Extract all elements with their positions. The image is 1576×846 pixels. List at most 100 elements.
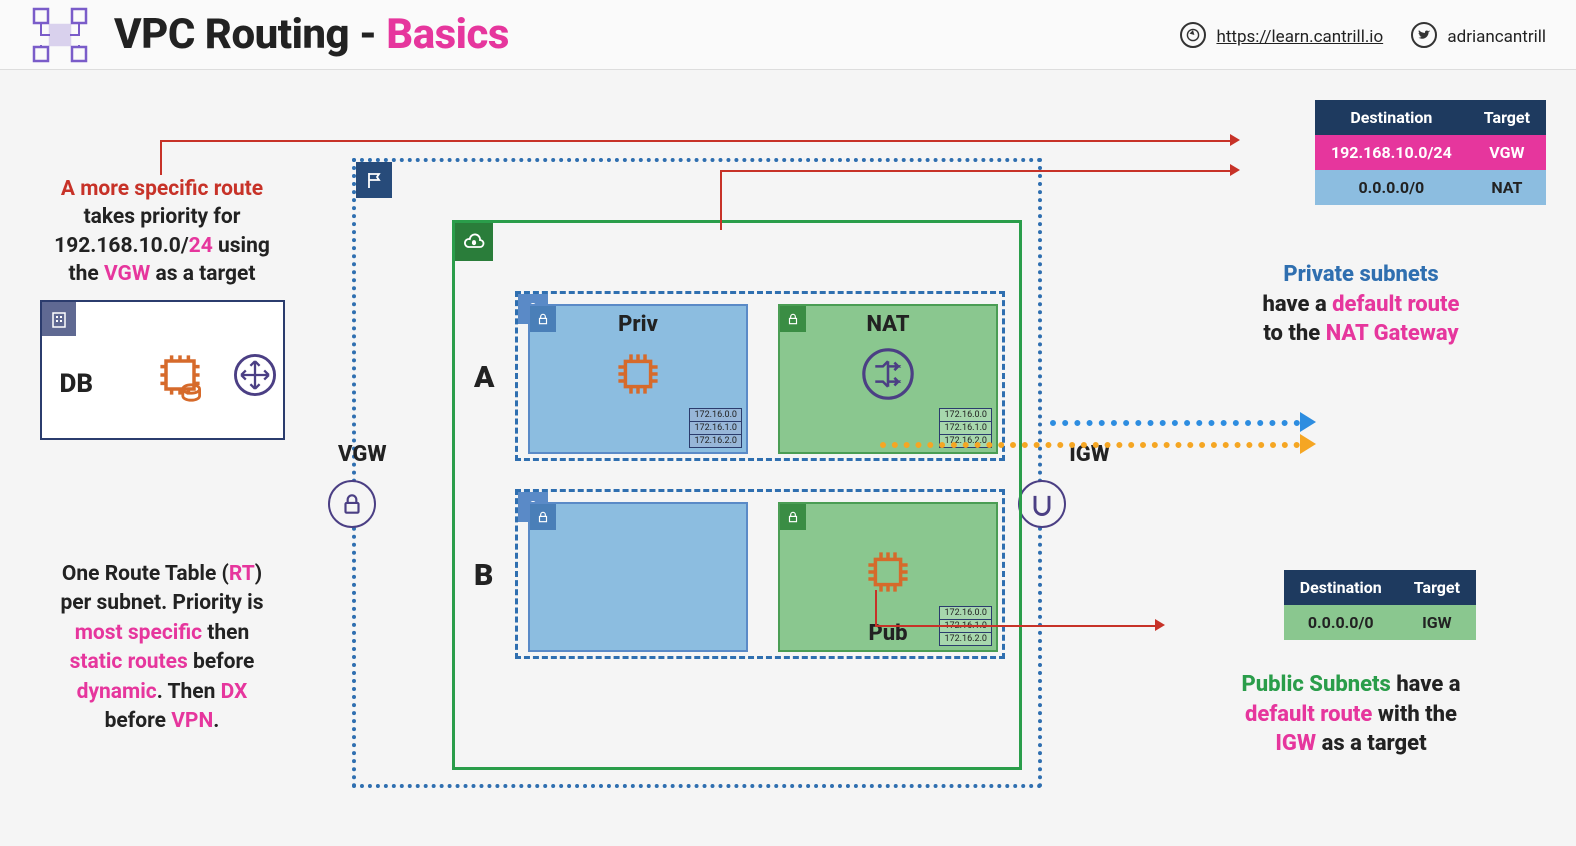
route-table-private: DestinationTarget 192.168.10.0/24VGW 0.0… bbox=[1315, 100, 1546, 205]
txt: 192.168.10.0/ bbox=[54, 234, 189, 258]
txt: Private subnets bbox=[1283, 262, 1438, 287]
site-link-text[interactable]: https://learn.cantrill.io bbox=[1216, 27, 1383, 47]
ec2-instance-icon bbox=[610, 346, 666, 406]
rt-row: 172.16.2.0 bbox=[940, 633, 991, 645]
txt: before bbox=[188, 650, 255, 674]
vgw-label: VGW bbox=[338, 442, 387, 467]
txt: RT bbox=[229, 562, 255, 586]
on-prem-box: DB bbox=[40, 300, 285, 440]
rt-row: 172.16.1.0 bbox=[690, 422, 741, 435]
rt-row: 172.16.2.0 bbox=[690, 435, 741, 447]
rt-row: 172.16.1.0 bbox=[940, 422, 991, 435]
txt: . bbox=[213, 709, 219, 733]
title-text-1: VPC Routing - bbox=[114, 10, 386, 59]
direct-connect-icon bbox=[232, 352, 278, 406]
compass-icon bbox=[1180, 22, 1206, 48]
nat-gateway-icon bbox=[860, 346, 916, 406]
td: IGW bbox=[1398, 605, 1476, 640]
arrow-head-blue bbox=[1300, 412, 1316, 432]
db-label: DB bbox=[60, 367, 94, 402]
txt: takes priority for bbox=[84, 205, 241, 229]
twitter-icon bbox=[1411, 22, 1437, 48]
twitter-link[interactable]: adriancantrill bbox=[1411, 22, 1546, 48]
td: NAT bbox=[1468, 170, 1546, 205]
db-chip-icon bbox=[152, 347, 208, 411]
course-logo-icon bbox=[30, 5, 90, 65]
txt: to the bbox=[1263, 321, 1325, 346]
subnet-nat-label: NAT bbox=[780, 312, 996, 337]
subnet-private-b bbox=[528, 502, 748, 652]
rt-row: 172.16.0.0 bbox=[940, 409, 991, 422]
annotation-specific-route: A more specific route takes priority for… bbox=[12, 175, 312, 460]
txt: the bbox=[69, 262, 104, 286]
availability-zone-b: B Pub 172.16.0.0 172.16.1.0 172.16.2.0 bbox=[515, 489, 1005, 659]
annotation-private-default: Private subnets have a default route to … bbox=[1176, 260, 1546, 349]
page-title: VPC Routing - Basics bbox=[114, 10, 509, 59]
txt: . Then bbox=[157, 680, 221, 704]
ec2-instance-icon bbox=[860, 544, 916, 604]
connector-line bbox=[720, 170, 1230, 172]
connector-line bbox=[720, 170, 722, 230]
th-destination: Destination bbox=[1284, 570, 1398, 605]
rt-row: 172.16.0.0 bbox=[940, 607, 991, 620]
subnet-lock-icon bbox=[780, 504, 806, 530]
txt: before bbox=[105, 709, 172, 733]
th-target: Target bbox=[1398, 570, 1476, 605]
availability-zone-a: A Priv 172.16.0.0 172.16.1.0 172.16.2.0 bbox=[515, 291, 1005, 461]
diagram-stage: A more specific route takes priority for… bbox=[0, 70, 1576, 846]
connector-line bbox=[875, 590, 877, 625]
connector-line bbox=[160, 140, 162, 175]
vpc-boundary: A Priv 172.16.0.0 172.16.1.0 172.16.2.0 bbox=[452, 220, 1022, 770]
txt: IGW bbox=[1275, 731, 1316, 756]
connector-arrow bbox=[1230, 134, 1240, 146]
igw-icon bbox=[1018, 480, 1066, 528]
annotation-public-default: Public Subnets have a default route with… bbox=[1156, 670, 1546, 759]
rt-row: 172.16.0.0 bbox=[690, 409, 741, 422]
site-link[interactable]: https://learn.cantrill.io bbox=[1180, 22, 1383, 48]
az-b-label: B bbox=[474, 558, 493, 593]
connector-line bbox=[875, 625, 1155, 627]
txt: have a bbox=[1391, 672, 1461, 697]
flow-line-blue bbox=[1050, 420, 1300, 426]
td: 0.0.0.0/0 bbox=[1315, 170, 1468, 205]
txt: default route bbox=[1245, 702, 1372, 727]
txt: VGW bbox=[104, 262, 150, 286]
route-table-public: DestinationTarget 0.0.0.0/0IGW bbox=[1284, 570, 1476, 640]
txt: then bbox=[202, 621, 249, 645]
subnet-private-a: Priv 172.16.0.0 172.16.1.0 172.16.2.0 bbox=[528, 304, 748, 454]
th-target: Target bbox=[1468, 100, 1546, 135]
txt: A more specific route bbox=[61, 177, 263, 201]
txt: dynamic bbox=[77, 680, 157, 704]
td: 192.168.10.0/24 bbox=[1315, 135, 1468, 170]
txt: as a target bbox=[1316, 731, 1426, 756]
txt: Public Subnets bbox=[1241, 672, 1390, 697]
subnet-lock-icon bbox=[530, 504, 556, 530]
txt: One Route Table ( bbox=[62, 562, 229, 586]
subnet-priv-label: Priv bbox=[530, 312, 746, 337]
connector-line bbox=[160, 140, 1230, 142]
td: 0.0.0.0/0 bbox=[1284, 605, 1398, 640]
txt: per subnet. Priority is bbox=[12, 589, 312, 618]
txt: ) bbox=[255, 562, 262, 586]
txt: as a target bbox=[150, 262, 255, 286]
route-table-icon: 172.16.0.0 172.16.1.0 172.16.2.0 bbox=[689, 408, 742, 448]
txt: default route bbox=[1332, 292, 1459, 317]
subnet-public-b: Pub 172.16.0.0 172.16.1.0 172.16.2.0 bbox=[778, 502, 998, 652]
txt: have a bbox=[1263, 292, 1333, 317]
account-flag-icon bbox=[356, 162, 392, 198]
txt: most specific bbox=[75, 621, 202, 645]
txt: DX bbox=[221, 680, 248, 704]
txt: using bbox=[213, 234, 270, 258]
twitter-handle: adriancantrill bbox=[1447, 27, 1546, 47]
flow-line-orange bbox=[880, 442, 1300, 448]
td: VGW bbox=[1468, 135, 1546, 170]
header-links: https://learn.cantrill.io adriancantrill bbox=[1180, 22, 1546, 48]
txt: with the bbox=[1372, 702, 1457, 727]
az-a-label: A bbox=[474, 360, 494, 395]
txt: static routes bbox=[70, 650, 188, 674]
title-text-2: Basics bbox=[386, 10, 509, 59]
header: VPC Routing - Basics https://learn.cantr… bbox=[0, 0, 1576, 70]
annotation-rt-priority: One Route Table (RT) per subnet. Priorit… bbox=[12, 560, 312, 736]
vpc-cloud-icon bbox=[455, 223, 493, 261]
th-destination: Destination bbox=[1315, 100, 1468, 135]
